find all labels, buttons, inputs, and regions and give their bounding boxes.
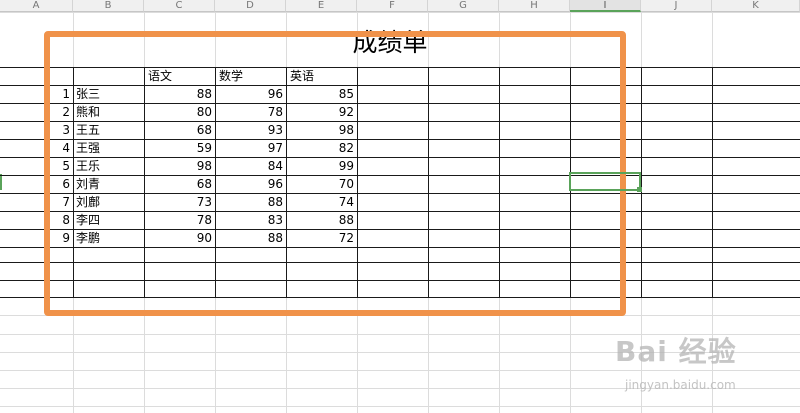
table-border-vertical [641, 67, 642, 297]
column-header-c[interactable]: C [144, 0, 215, 12]
column-header-d[interactable]: D [215, 0, 286, 12]
table-border-vertical [712, 67, 713, 297]
highlight-frame [44, 31, 626, 316]
watermark-logo: Bai 经验 [615, 335, 737, 368]
gridline-horizontal [0, 12, 800, 13]
fill-handle[interactable] [637, 187, 642, 192]
column-header-i[interactable]: I [570, 0, 641, 12]
active-cell-selection[interactable] [569, 172, 641, 191]
gridline-horizontal [0, 370, 800, 371]
column-header-k[interactable]: K [712, 0, 800, 12]
column-header-j[interactable]: J [641, 0, 712, 12]
column-header-b[interactable]: B [73, 0, 144, 12]
column-header-f[interactable]: F [357, 0, 428, 12]
gridline-horizontal [0, 406, 800, 407]
watermark-url: jingyan.baidu.com [625, 378, 736, 392]
column-header-h[interactable]: H [499, 0, 570, 12]
column-header-e[interactable]: E [286, 0, 357, 12]
column-header-a[interactable]: A [0, 0, 73, 12]
column-header-g[interactable]: G [428, 0, 499, 12]
